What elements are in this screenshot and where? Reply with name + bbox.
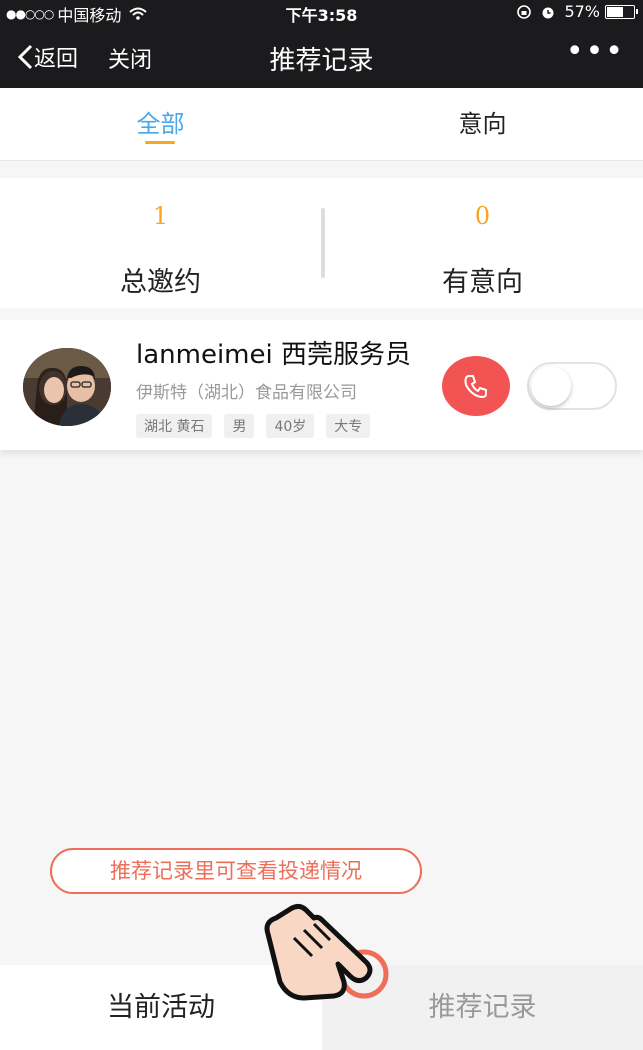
status-bar: ●●○○○ 中国移动 下午3:58 57% <box>0 0 643 25</box>
phone-icon <box>464 375 487 399</box>
filter-tabs: 全部 意向 <box>0 88 643 161</box>
stat-intent-label: 有意向 <box>442 267 523 298</box>
candidate-name: lanmeimei 西莞服务员 <box>136 340 411 370</box>
tag-age: 40岁 <box>266 414 315 438</box>
nav-bar: 返回 关闭 推荐记录 ••• <box>0 24 643 88</box>
status-right: 57% <box>516 2 638 21</box>
tab-all[interactable]: 全部 <box>0 88 321 160</box>
lock-rotation-icon <box>517 4 532 19</box>
page-title: 推荐记录 <box>269 46 374 76</box>
avatar-photo <box>23 348 111 426</box>
candidate-company: 伊斯特（湖北）食品有限公司 <box>136 383 357 403</box>
intent-toggle[interactable] <box>527 362 617 410</box>
battery-icon <box>605 4 638 19</box>
avatar <box>23 348 111 426</box>
more-icon[interactable]: ••• <box>566 34 625 69</box>
battery-percent: 57% <box>564 2 600 21</box>
tag-gender: 男 <box>224 414 255 438</box>
tag-education: 大专 <box>326 414 371 438</box>
alarm-icon <box>542 7 554 18</box>
stat-total-value: 1 <box>152 202 169 230</box>
call-button[interactable] <box>442 356 510 416</box>
stat-total-label: 总邀约 <box>120 267 201 298</box>
tab-active-indicator <box>145 141 175 144</box>
toggle-knob <box>531 366 571 406</box>
tab-all-label: 全部 <box>136 110 185 138</box>
stat-intent: 0 有意向 <box>322 178 643 308</box>
hand-pointer-icon <box>264 903 389 1001</box>
stats-panel: 1 总邀约 0 有意向 <box>0 178 643 308</box>
stat-total: 1 总邀约 <box>0 178 321 308</box>
tab-intent[interactable]: 意向 <box>322 88 643 160</box>
tab-intent-label: 意向 <box>458 110 507 138</box>
candidate-tags: 湖北 黄石 男 40岁 大专 <box>136 414 382 438</box>
candidate-card[interactable]: lanmeimei 西莞服务员 伊斯特（湖北）食品有限公司 湖北 黄石 男 40… <box>0 320 643 450</box>
hint-bubble: 推荐记录里可查看投递情况 <box>50 848 422 894</box>
tag-location: 湖北 黄石 <box>136 414 213 438</box>
stat-intent-value: 0 <box>474 202 491 230</box>
